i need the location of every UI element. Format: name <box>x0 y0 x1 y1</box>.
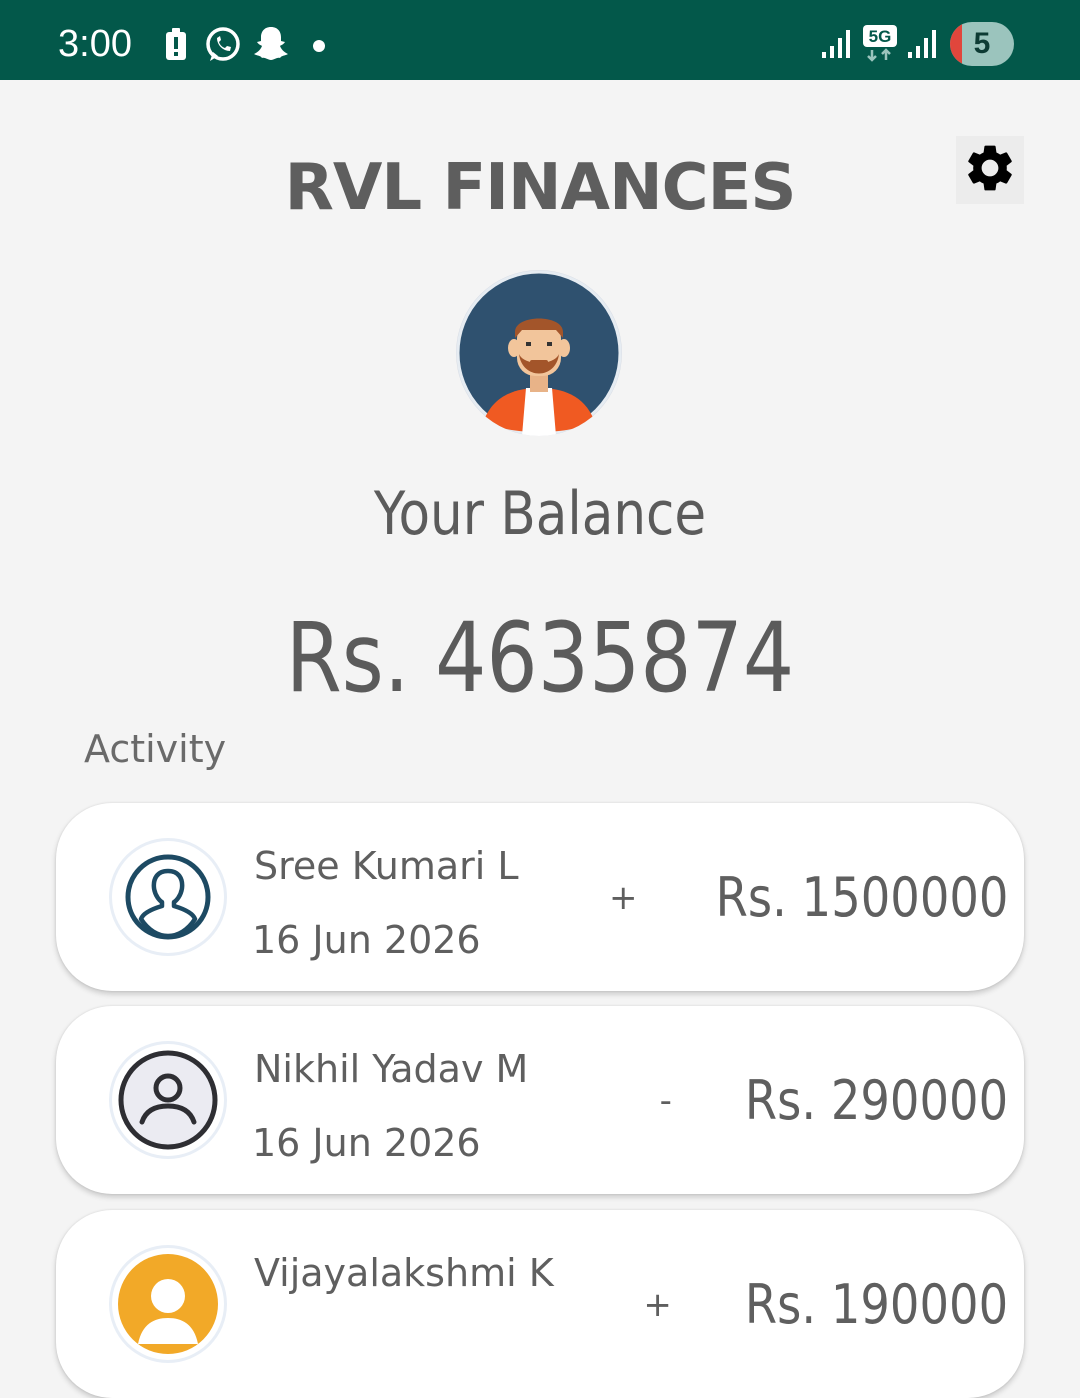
activity-amount: - Rs. 290000 <box>660 1066 1008 1136</box>
activity-date: 16 Jun 2026 <box>252 1121 481 1165</box>
battery-indicator: 5 <box>950 22 1014 66</box>
profile-avatar[interactable] <box>456 270 622 436</box>
activity-card[interactable]: Vijayalakshmi K + Rs. 190000 <box>56 1210 1024 1398</box>
gear-icon <box>962 140 1018 200</box>
snapchat-icon <box>252 24 290 68</box>
activity-name: Nikhil Yadav M <box>254 1047 529 1091</box>
status-time: 3:00 <box>58 23 132 65</box>
activity-name: Vijayalakshmi K <box>254 1251 554 1295</box>
activity-amount: + Rs. 1500000 <box>609 863 1008 933</box>
person-avatar-orange-icon <box>112 1248 224 1360</box>
amount-sign: - <box>659 1081 672 1121</box>
amount-sign: + <box>609 878 638 918</box>
battery-level: 5 <box>973 27 991 60</box>
network-label: 5G <box>869 27 892 46</box>
app-title: RVL FINANCES <box>284 151 797 225</box>
user-avatar-icon <box>456 270 622 436</box>
amount-sign: + <box>643 1285 672 1325</box>
balance-amount: Rs. 4635874 <box>285 602 795 714</box>
activity-amount: + Rs. 190000 <box>643 1270 1008 1340</box>
signal-icon <box>820 28 852 64</box>
activity-date: 16 Jun 2026 <box>252 918 481 962</box>
signal-icon-2 <box>906 28 938 64</box>
person-outline-icon <box>112 841 224 953</box>
notification-dot-icon <box>312 38 326 57</box>
activity-card[interactable]: Nikhil Yadav M 16 Jun 2026 - Rs. 290000 <box>56 1006 1024 1194</box>
balance-label: Your Balance <box>373 479 707 549</box>
person-circle-icon <box>112 1044 224 1156</box>
activity-card[interactable]: Sree Kumari L 16 Jun 2026 + Rs. 1500000 <box>56 803 1024 991</box>
amount-value: Rs. 190000 <box>744 1273 1008 1336</box>
status-bar: 3:00 5G 5 <box>0 0 1080 80</box>
amount-value: Rs. 1500000 <box>715 866 1008 929</box>
activity-heading: Activity <box>84 727 227 771</box>
activity-name: Sree Kumari L <box>254 844 519 888</box>
battery-alert-icon <box>164 28 188 66</box>
amount-value: Rs. 290000 <box>744 1069 1008 1132</box>
settings-button[interactable] <box>956 136 1024 204</box>
whatsapp-icon <box>204 26 242 68</box>
5g-icon: 5G <box>862 24 898 66</box>
